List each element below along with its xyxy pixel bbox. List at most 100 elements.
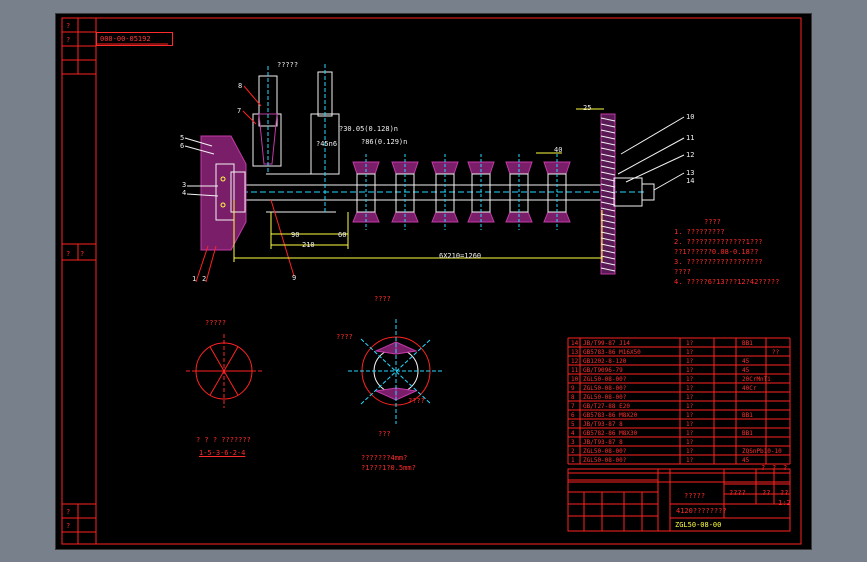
mid-view-label: ???? — [408, 397, 425, 405]
dim-60: 60 — [338, 231, 347, 239]
left-view-label: ????? — [205, 319, 227, 327]
bom-row: 14 JB/T99-87 J14 1? BB1 — [568, 339, 791, 348]
bom-cell: 45 — [742, 367, 750, 374]
mid-view-hatch — [395, 341, 418, 355]
bom-cell: 1? — [686, 376, 694, 383]
balloon-1: 1 — [192, 275, 197, 283]
bom-cell: 1? — [686, 394, 694, 401]
bom-cell: 12 — [571, 358, 579, 365]
mid-view-top-label: ???? — [374, 295, 391, 303]
bom-cell: 45 — [742, 457, 750, 464]
cam-lobe-hatch — [467, 161, 495, 175]
balloon-7: 7 — [237, 107, 242, 115]
vertical-dim: ????? — [277, 61, 299, 69]
bom-row: 2 ZGL50-08-00? 1? ZQSnPb10-10 — [568, 447, 791, 456]
bom-cell: BB1 — [742, 340, 753, 347]
left-flange-hatch — [200, 135, 247, 251]
bom-cell: 3 — [571, 439, 575, 446]
strip-label: ? — [66, 508, 71, 516]
cam-lobe-hatch — [352, 161, 380, 175]
tolerance-3: ?45n6 — [316, 140, 338, 148]
bom-cell: 1? — [686, 412, 694, 419]
mid-view-caption: ??? — [378, 430, 391, 438]
balloon-11: 11 — [686, 134, 695, 142]
bom-cell: 1? — [686, 439, 694, 446]
bom-cell: GB5782-86 M8X30 — [583, 430, 638, 437]
leader — [242, 110, 257, 125]
tech-req-title: ???? — [704, 218, 721, 226]
title-qty-col: ? — [761, 464, 766, 472]
title-qty-col: ? — [772, 464, 777, 472]
technical-requirements: ???? 1. ????????? 2. ??????????????1??? … — [674, 218, 804, 288]
cam-lobe-hatch — [543, 161, 571, 175]
bom-cell: 1? — [686, 421, 694, 428]
bom-cell: 11 — [571, 367, 579, 374]
drawing-sheet: 000-00-05192 25 40 90 60 210 6X210=1260 … — [55, 13, 812, 550]
dim-210: 210 — [302, 241, 315, 249]
bom-cell: ZGL50-08-00? — [583, 394, 627, 401]
bom-cell: 2 — [571, 448, 575, 455]
firing-sequence: 1-5-3-6-2-4 — [199, 449, 246, 457]
dim-25: 25 — [583, 104, 592, 112]
tech-req-item: 2. ??????????????1??? — [674, 238, 763, 246]
bom-cell: ZQSnPb10-10 — [742, 448, 782, 455]
balloon-3: 3 — [182, 181, 187, 189]
strip-label: ? — [66, 22, 71, 30]
bom-cell: 20CrMnTi — [742, 376, 771, 383]
bom-cell: 1? — [686, 403, 694, 410]
balloon-6: 6 — [180, 142, 185, 150]
cam-lobe-hatch — [505, 161, 533, 175]
bom-cell: 1? — [686, 358, 694, 365]
bom-cell: 6 — [571, 412, 575, 419]
strip-label: ? — [66, 36, 71, 44]
bom-cell: GB5783-86 M8X20 — [583, 412, 638, 419]
mid-view-note-2: ?1???1?0.5mm? — [361, 464, 416, 472]
title-ratio: 1:2 — [778, 499, 791, 507]
leader — [243, 85, 262, 107]
bom-cell: ZGL50-08-00? — [583, 457, 627, 464]
strip-label: ? — [66, 522, 71, 530]
bom-cell: 8 — [571, 394, 575, 401]
tech-req-item: 1. ????????? — [674, 228, 725, 236]
bom-cell: JB/T93-87 8 — [583, 439, 623, 446]
mid-view-hatch — [374, 341, 397, 355]
dim-40: 40 — [554, 146, 563, 154]
bom-cell: 40Cr — [742, 385, 757, 392]
bom-row: 8 ZGL50-08-00? 1? — [568, 393, 791, 402]
gear-hub — [613, 177, 643, 207]
strip-label: ? — [80, 250, 85, 258]
bom-row: 1 ZGL50-08-00? 1? 45 — [568, 456, 791, 465]
bom-cell: GB1202-8-120 — [583, 358, 627, 365]
title-part-name: ????? — [684, 492, 706, 500]
title-sheet-label: ?? — [780, 489, 789, 497]
upper-bolt — [258, 75, 278, 127]
bom-cell: 1? — [686, 457, 694, 464]
bom-cell: GB/T9096-79 — [583, 367, 623, 374]
bom-cell: ZGL50-08-00? — [583, 385, 627, 392]
bom-row: 4 GB5782-86 M8X30 1? BB1 — [568, 429, 791, 438]
mid-view-hatch — [374, 387, 397, 401]
bom-cell: 1? — [686, 367, 694, 374]
bom-cell: ?? — [772, 349, 780, 356]
bom-cell: 1? — [686, 385, 694, 392]
mid-view-note-1: ???????4mm? — [361, 454, 408, 462]
dim-chain: 6X210=1260 — [439, 252, 482, 260]
title-subtitle: 4120???????? — [676, 507, 727, 515]
leader — [617, 137, 685, 175]
title-drawing-no: ZGL50-08-00 — [675, 521, 722, 529]
bom-row: 7 GB/T27-88 E20 1? — [568, 402, 791, 411]
leader — [205, 245, 217, 283]
bom-cell: BB1 — [742, 430, 753, 437]
bom-row: 12 GB1202-8-120 1? 45 — [568, 357, 791, 366]
strip-label: ? — [66, 250, 71, 258]
bom-cell: 7 — [571, 403, 575, 410]
leader — [620, 116, 685, 155]
bom-cell: 1? — [686, 448, 694, 455]
bom-row: 3 JB/T93-87 8 1? — [568, 438, 791, 447]
bom-cell: 1 — [571, 457, 575, 464]
bom-cell: 9 — [571, 385, 575, 392]
tech-req-item: 3. ?????????????????? — [674, 258, 763, 266]
balloon-10: 10 — [686, 113, 695, 121]
tech-req-item: ??1??????0.08-0.18?? — [674, 248, 759, 256]
bom-cell: 14 — [571, 340, 579, 347]
